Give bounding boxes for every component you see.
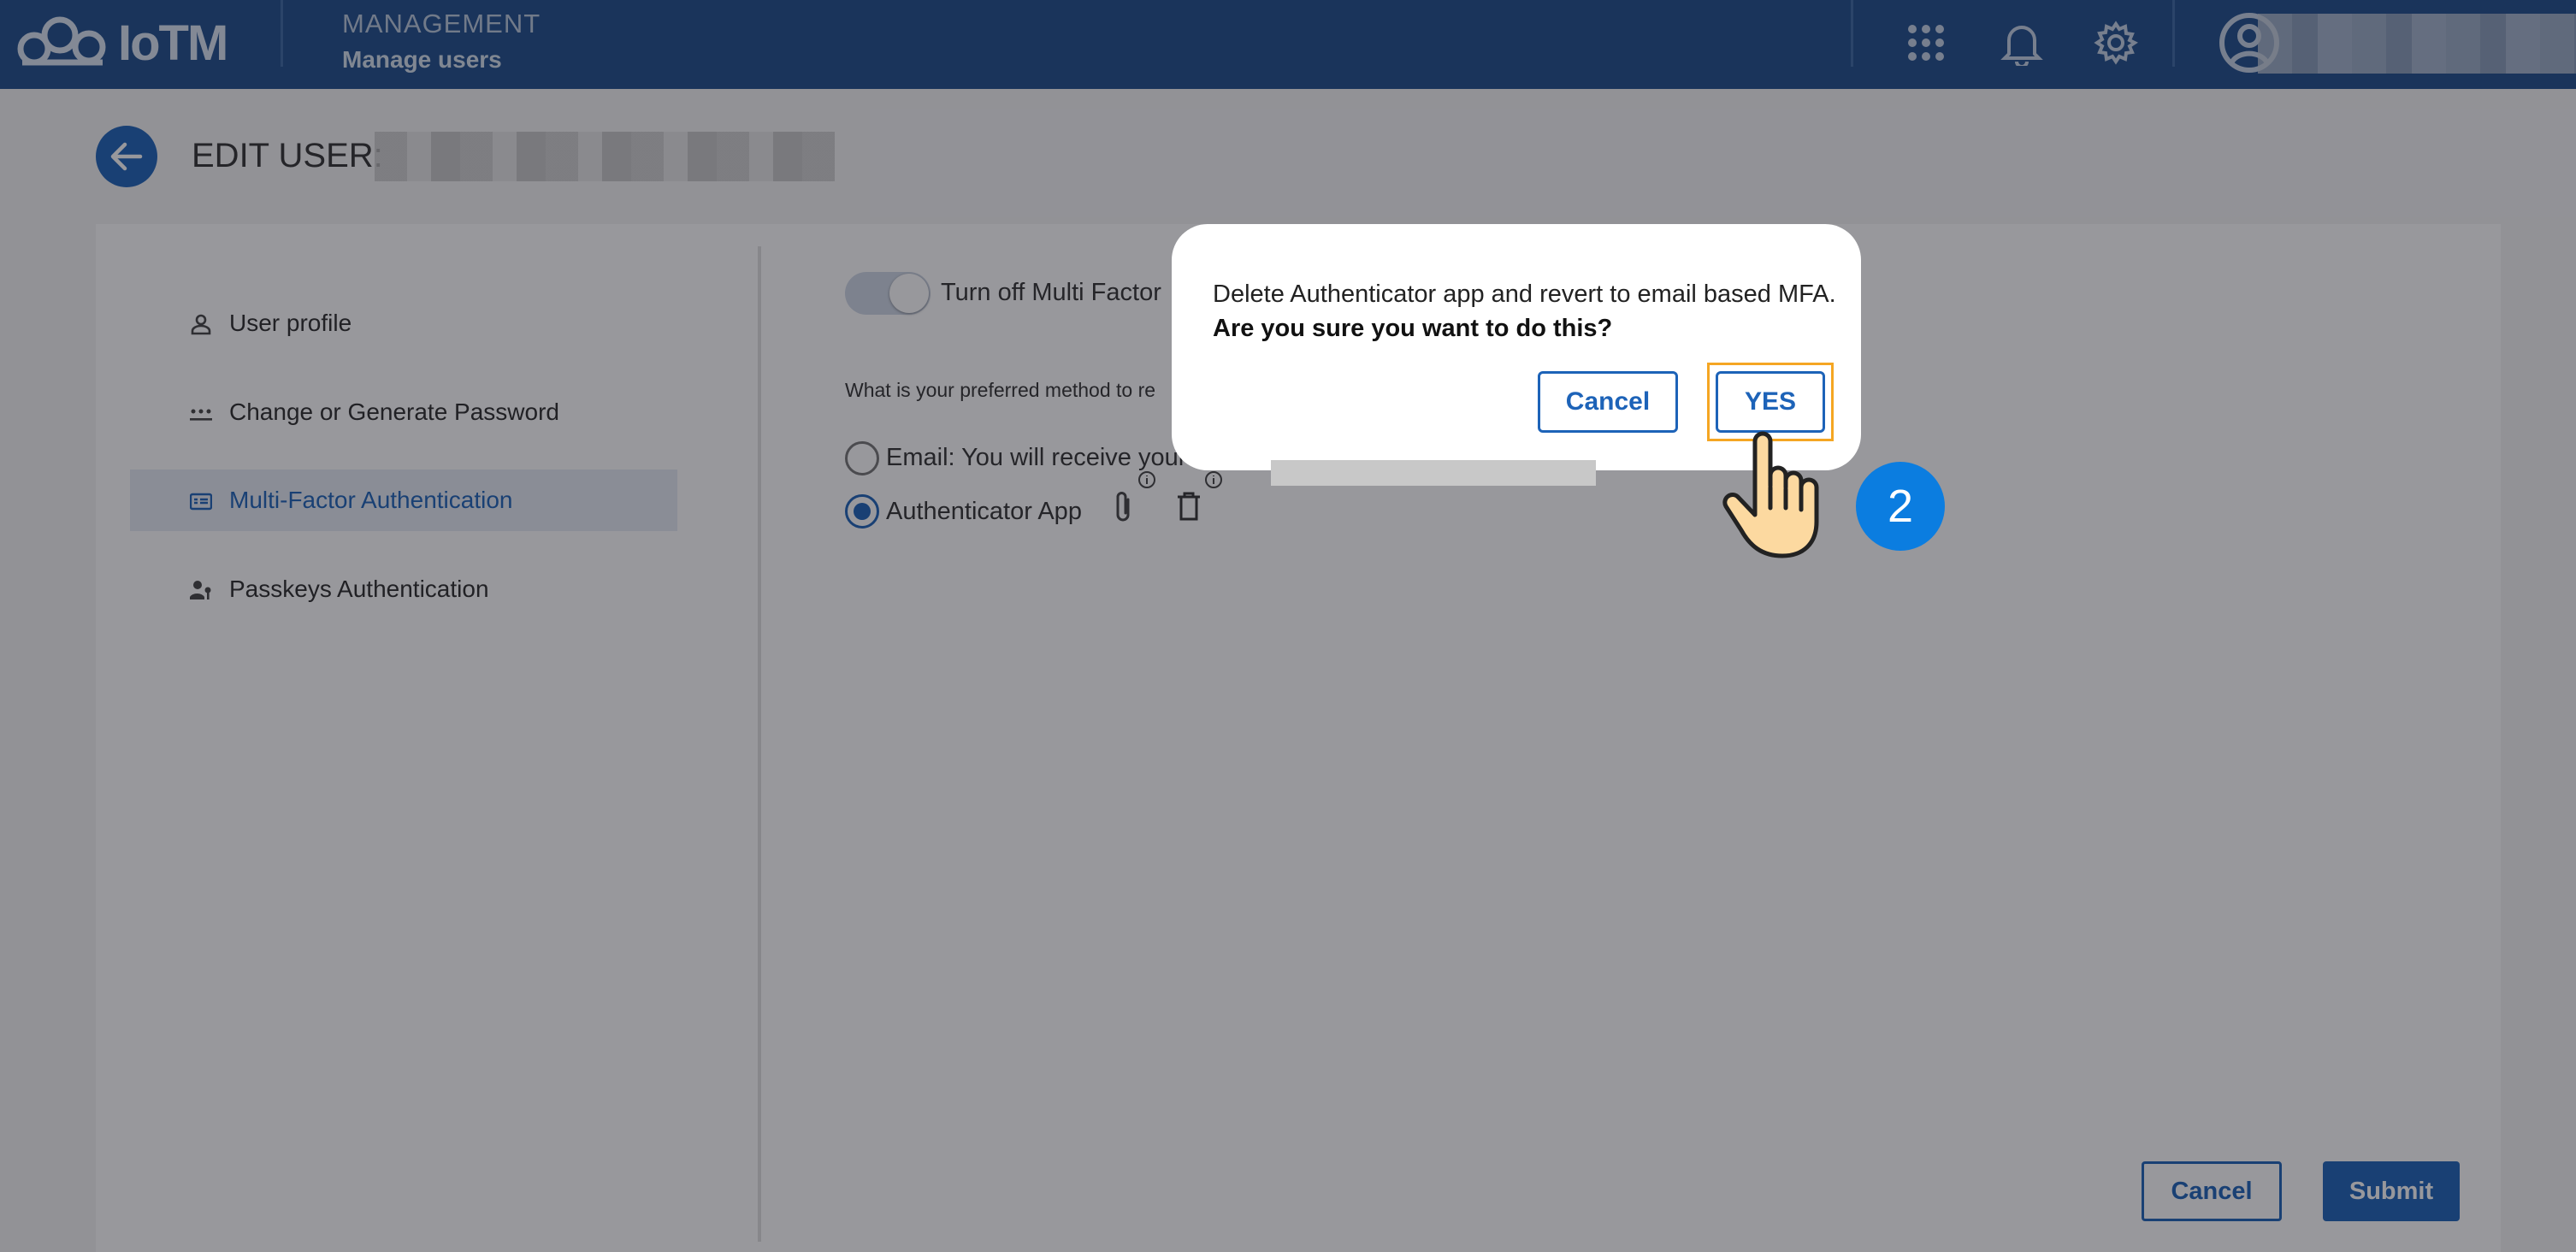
dialog-scrollbar[interactable] [1271,460,1596,486]
dialog-question: Are you sure you want to do this? [1213,315,1613,342]
dialog-yes-button[interactable]: YES [1716,371,1825,433]
pointer-hand-icon [1722,431,1819,558]
step-badge: 2 [1856,462,1945,551]
modal-backdrop[interactable] [0,0,2576,1252]
dialog-cancel-button[interactable]: Cancel [1538,371,1678,433]
dialog-message: Delete Authenticator app and revert to e… [1213,281,1836,308]
